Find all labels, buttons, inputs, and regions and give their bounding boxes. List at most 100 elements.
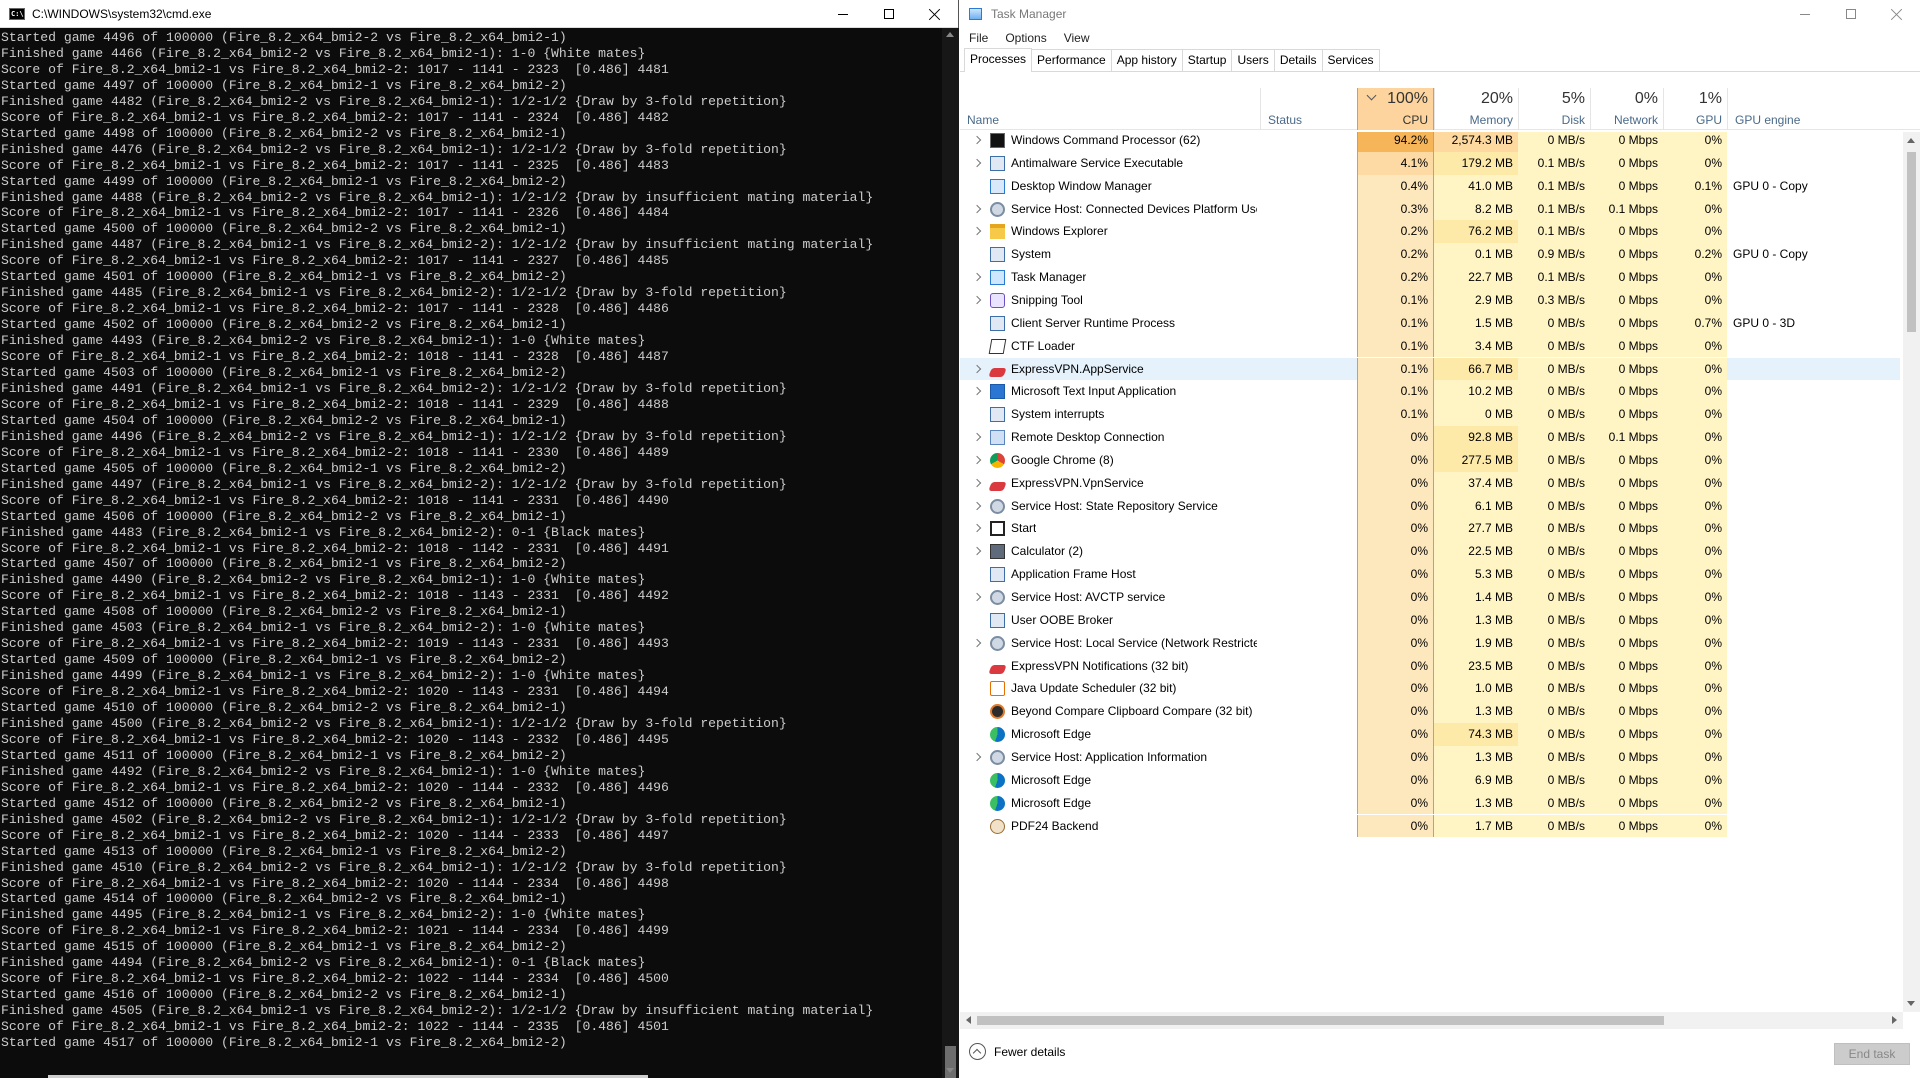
scrollbar-thumb[interactable]: [977, 1016, 1664, 1025]
process-network: 0 Mbps: [1590, 608, 1663, 632]
process-row[interactable]: Beyond Compare Clipboard Compare (32 bit…: [960, 700, 1900, 724]
tm-close-button[interactable]: [1874, 0, 1920, 28]
expand-chevron-icon[interactable]: [972, 524, 982, 533]
process-row[interactable]: Google Chrome (8) 0% 277.5 MB 0 MB/s 0 Mbps 0…: [960, 448, 1900, 472]
tm-titlebar[interactable]: Task Manager: [960, 0, 1920, 28]
process-row[interactable]: Start 0% 27.7 MB 0 MB/s 0 Mbps 0%: [960, 517, 1900, 541]
process-row[interactable]: Client Server Runtime Process 0.1% 1.5 MB 0…: [960, 311, 1900, 335]
scroll-right-arrow-icon[interactable]: [1892, 1016, 1897, 1024]
expand-chevron-icon[interactable]: [972, 501, 982, 510]
tab-performance[interactable]: Performance: [1031, 49, 1112, 71]
expand-chevron-icon[interactable]: [972, 387, 982, 396]
scroll-up-arrow-icon[interactable]: [1907, 138, 1915, 143]
tab-details[interactable]: Details: [1273, 49, 1323, 71]
process-gpu: 0%: [1663, 791, 1727, 815]
console-line: Score of Fire_8.2_x64_bmi2-1 vs Fire_8.2…: [1, 396, 669, 412]
process-row[interactable]: ExpressVPN.AppService 0.1% 66.7 MB 0 MB/s 0 …: [960, 357, 1900, 381]
menu-view[interactable]: View: [1055, 31, 1098, 45]
process-row[interactable]: ExpressVPN Notifications (32 bit) 0% 23.5 …: [960, 654, 1900, 678]
tab-app-history[interactable]: App history: [1110, 49, 1183, 71]
tm-minimize-button[interactable]: [1782, 0, 1828, 28]
process-row[interactable]: Remote Desktop Connection 0% 92.8 MB 0 MB/s…: [960, 426, 1900, 449]
maximize-button[interactable]: [866, 0, 912, 28]
console-scrollbar[interactable]: [942, 28, 959, 1078]
process-row[interactable]: Service Host: AVCTP service 0% 1.4 MB 0 MB/…: [960, 586, 1900, 609]
process-row[interactable]: Antimalware Service Executable 4.1% 179.2 …: [960, 151, 1900, 175]
column-header-status[interactable]: Status: [1260, 88, 1357, 130]
process-row[interactable]: Desktop Window Manager 0.4% 41.0 MB 0.1 MB/…: [960, 174, 1900, 198]
column-header-gpu-engine[interactable]: GPU engine: [1727, 88, 1903, 130]
scroll-left-arrow-icon[interactable]: [966, 1016, 971, 1024]
process-row[interactable]: User OOBE Broker 0% 1.3 MB 0 MB/s 0 Mbps 0%: [960, 608, 1900, 632]
process-row[interactable]: Microsoft Text Input Application 0.1% 10.2…: [960, 380, 1900, 404]
tab-startup[interactable]: Startup: [1181, 49, 1233, 71]
console-line: Score of Fire_8.2_x64_bmi2-1 vs Fire_8.2…: [1, 731, 669, 747]
process-row[interactable]: Microsoft Edge 0% 6.9 MB 0 MB/s 0 Mbps 0%: [960, 768, 1900, 792]
process-list-horizontal-scrollbar[interactable]: [960, 1012, 1903, 1029]
expand-chevron-icon[interactable]: [972, 272, 982, 282]
console-output[interactable]: Started game 4496 of 100000 (Fire_8.2_x6…: [0, 30, 942, 1078]
tab-users[interactable]: Users: [1231, 49, 1275, 71]
end-task-button[interactable]: End task: [1834, 1043, 1910, 1065]
process-row[interactable]: System 0.2% 0.1 MB 0.9 MB/s 0 Mbps 0.2% GPU 0 …: [960, 243, 1900, 267]
process-row[interactable]: CTF Loader 0.1% 3.4 MB 0 MB/s 0 Mbps 0%: [960, 334, 1900, 358]
column-header-name[interactable]: Name: [960, 88, 1260, 130]
process-name: Microsoft Edge: [1011, 727, 1092, 742]
scroll-up-arrow-icon[interactable]: [946, 32, 954, 37]
expand-chevron-icon[interactable]: [972, 752, 982, 762]
column-header-network[interactable]: 0% Network: [1590, 88, 1663, 130]
process-row[interactable]: System interrupts 0.1% 0 MB 0 MB/s 0 Mbps 0%: [960, 403, 1900, 427]
expand-chevron-icon[interactable]: [972, 638, 982, 647]
column-header-memory[interactable]: 20% Memory: [1434, 88, 1518, 130]
process-list[interactable]: Windows Command Processor (62) 94.2% 2,574…: [960, 132, 1900, 1012]
scroll-down-arrow-icon[interactable]: [946, 1068, 954, 1073]
process-row[interactable]: Windows Explorer 0.2% 76.2 MB 0.1 MB/s 0 Mbp…: [960, 220, 1900, 244]
scrollbar-thumb[interactable]: [1907, 152, 1916, 332]
process-row[interactable]: Microsoft Edge 0% 1.3 MB 0 MB/s 0 Mbps 0%: [960, 791, 1900, 815]
expand-chevron-icon[interactable]: [972, 364, 982, 373]
menu-file[interactable]: File: [960, 31, 996, 45]
expand-chevron-icon[interactable]: [972, 135, 982, 145]
expand-chevron-icon[interactable]: [972, 592, 982, 602]
process-row[interactable]: Java Update Scheduler (32 bit) 0% 1.0 MB 0 …: [960, 677, 1900, 701]
process-row[interactable]: Microsoft Edge 0% 74.3 MB 0 MB/s 0 Mbps 0%: [960, 723, 1900, 746]
process-gpu: 0%: [1663, 357, 1727, 381]
scrollbar-thumb[interactable]: [945, 1046, 956, 1078]
fewer-details-button[interactable]: Fewer details: [969, 1043, 1065, 1060]
column-header-disk[interactable]: 5% Disk: [1518, 88, 1590, 130]
process-row[interactable]: ExpressVPN.VpnService 0% 37.4 MB 0 MB/s 0 Mb…: [960, 471, 1900, 495]
process-row[interactable]: Calculator (2) 0% 22.5 MB 0 MB/s 0 Mbps 0%: [960, 540, 1900, 564]
column-header-cpu[interactable]: 100% CPU: [1357, 88, 1434, 130]
tm-maximize-button[interactable]: [1828, 0, 1874, 28]
process-row[interactable]: Windows Command Processor (62) 94.2% 2,574…: [960, 132, 1900, 152]
expand-chevron-icon[interactable]: [972, 455, 982, 465]
process-row[interactable]: Snipping Tool 0.1% 2.9 MB 0.3 MB/s 0 Mbps 0%: [960, 288, 1900, 312]
expand-chevron-icon[interactable]: [972, 158, 982, 168]
close-button[interactable]: [912, 0, 958, 28]
process-row[interactable]: Service Host: Local Service (Network Res…: [960, 631, 1900, 655]
process-row[interactable]: Service Host: Application Information 0% 1…: [960, 745, 1900, 769]
process-row[interactable]: Service Host: Connected Devices Platform…: [960, 197, 1900, 221]
process-row[interactable]: PDF24 Backend 0% 1.7 MB 0 MB/s 0 Mbps 0%: [960, 814, 1900, 838]
process-disk: 0 MB/s: [1518, 654, 1590, 678]
expand-chevron-icon[interactable]: [972, 478, 982, 487]
expand-chevron-icon[interactable]: [972, 204, 982, 213]
process-gpu: 0%: [1663, 132, 1727, 152]
column-header-gpu[interactable]: 1% GPU: [1663, 88, 1727, 130]
process-row[interactable]: Application Frame Host 0% 5.3 MB 0 MB/s 0 Mb…: [960, 563, 1900, 586]
cmd-titlebar[interactable]: C:\ C:\WINDOWS\system32\cmd.exe: [0, 0, 958, 28]
process-row[interactable]: Service Host: State Repository Service 0%…: [960, 494, 1900, 518]
expand-chevron-icon[interactable]: [972, 295, 982, 305]
scroll-down-arrow-icon[interactable]: [1907, 1001, 1915, 1006]
tab-processes[interactable]: Processes: [964, 48, 1033, 72]
process-list-vertical-scrollbar[interactable]: [1903, 132, 1920, 1012]
process-row[interactable]: Task Manager 0.2% 22.7 MB 0.1 MB/s 0 Mbps 0%: [960, 266, 1900, 289]
expand-chevron-icon[interactable]: [972, 432, 982, 442]
tab-services[interactable]: Services: [1321, 49, 1380, 71]
process-name: Client Server Runtime Process: [1011, 315, 1176, 330]
menu-options[interactable]: Options: [996, 31, 1054, 45]
minimize-button[interactable]: [820, 0, 866, 28]
expand-chevron-icon[interactable]: [972, 227, 982, 236]
console-line: Score of Fire_8.2_x64_bmi2-1 vs Fire_8.2…: [1, 636, 669, 652]
expand-chevron-icon[interactable]: [972, 547, 982, 556]
